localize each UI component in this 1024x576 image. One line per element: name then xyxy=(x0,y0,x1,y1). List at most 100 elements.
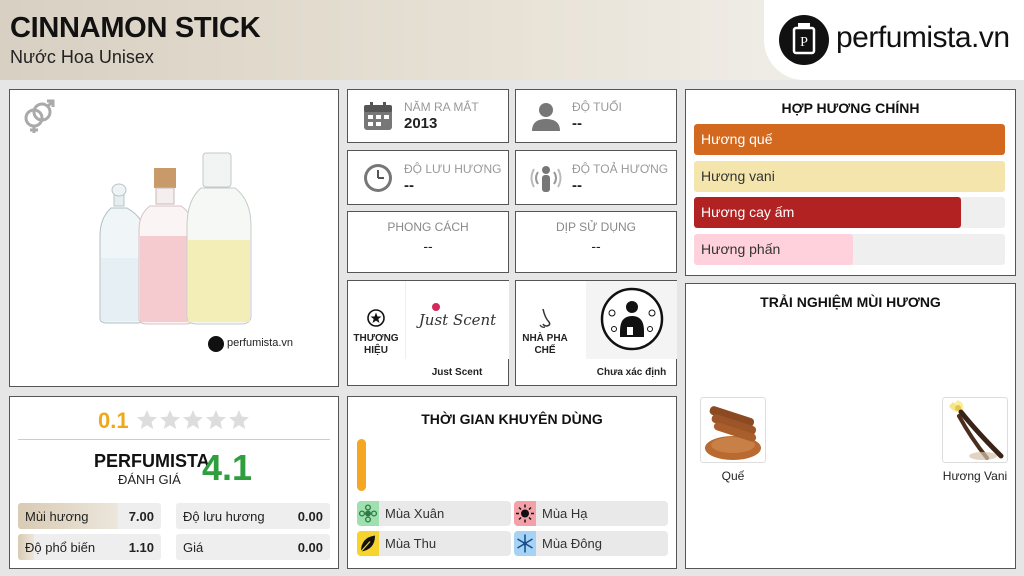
star-rating[interactable] xyxy=(136,409,251,431)
rating-bar: Mùi hương 7.00 xyxy=(18,503,161,529)
accord-bar[interactable]: Hương quế xyxy=(694,124,1005,155)
season-item[interactable]: Mùa Hạ xyxy=(514,501,668,526)
perfumer-card[interactable]: NHÀ PHA CHẾ Chưa xác định xyxy=(515,280,677,386)
season-item[interactable]: Mùa Thu xyxy=(357,531,511,556)
rating-bar-value: 7.00 xyxy=(128,509,154,524)
star-icon[interactable] xyxy=(205,409,227,431)
person-icon xyxy=(530,100,562,132)
cinnamon-icon xyxy=(700,397,766,463)
star-icon[interactable] xyxy=(136,409,158,431)
season-item[interactable]: Mùa Xuân xyxy=(357,501,511,526)
product-image-card: perfumista.vn xyxy=(9,89,339,387)
nose-icon xyxy=(536,308,554,330)
launch-year-card: NĂM RA MẮT 2013 xyxy=(347,89,509,143)
sillage-value: -- xyxy=(572,177,582,194)
rating-bar-label: Mùi hương xyxy=(25,509,89,524)
perfumer-name[interactable]: Chưa xác định xyxy=(586,367,677,378)
scent-experience-title: TRẢI NGHIỆM MÙI HƯƠNG xyxy=(760,294,941,310)
perfumer-avatar-icon xyxy=(600,287,664,351)
perfumer-avatar-box[interactable] xyxy=(586,281,677,359)
perfumista-label: PERFUMISTA xyxy=(94,451,210,471)
rating-bar-value: 0.00 xyxy=(297,509,323,524)
vanilla-icon xyxy=(942,397,1008,463)
recommended-time-title: THỜI GIAN KHUYÊN DÙNG xyxy=(421,411,603,427)
note-vanilla[interactable]: Hương Vani xyxy=(942,397,1008,487)
svg-text:P: P xyxy=(800,35,808,50)
sillage-label: ĐỘ TOẢ HƯƠNG xyxy=(572,162,669,176)
spring-flower-icon xyxy=(357,501,379,526)
style-label: PHONG CÁCH xyxy=(387,220,469,234)
star-icon[interactable] xyxy=(182,409,204,431)
rating-bar-label: Giá xyxy=(183,540,204,555)
rating-bar: Độ phổ biến 1.10 xyxy=(18,534,161,560)
rating-bar-label: Độ lưu hương xyxy=(183,509,265,524)
perfumista-score: 4.1 xyxy=(202,447,253,488)
perfume-subtitle: Nước Hoa Unisex xyxy=(10,47,154,67)
scent-experience-card: TRẢI NGHIỆM MÙI HƯƠNG Quế Hương Vani xyxy=(685,283,1016,569)
rating-bar: Độ lưu hương 0.00 xyxy=(176,503,330,529)
day-night-indicator xyxy=(357,439,366,491)
watermark-text: perfumista.vn xyxy=(227,337,294,349)
unisex-gender-icon xyxy=(20,98,56,134)
occasion-label: DỊP SỬ DỤNG xyxy=(555,220,637,234)
season-label: Mùa Xuân xyxy=(385,506,445,521)
star-icon[interactable] xyxy=(159,409,181,431)
longevity-card: ĐỘ LƯU HƯƠNG -- xyxy=(347,150,509,205)
accord-bar[interactable]: Hương phấn xyxy=(694,234,1005,265)
leaf-icon xyxy=(357,531,379,556)
launch-year-label: NĂM RA MẮT xyxy=(404,100,479,114)
day-night-track xyxy=(357,439,366,491)
launch-year-value: 2013 xyxy=(404,115,438,132)
brand-logo[interactable]: Just Scent xyxy=(405,281,509,359)
main-accords-card: HỢP HƯƠNG CHÍNH Hương quế Hương vani Hương… xyxy=(685,89,1016,276)
season-label: Mùa Hạ xyxy=(542,506,588,521)
sillage-icon xyxy=(530,162,562,194)
rating-bar-label: Độ phổ biến xyxy=(25,540,96,555)
rating-bar-value: 0.00 xyxy=(297,540,323,555)
style-value: -- xyxy=(423,238,433,254)
perfumista-logo-icon: P xyxy=(779,15,829,65)
occasion-card: DỊP SỬ DỤNG -- xyxy=(515,211,677,273)
season-item[interactable]: Mùa Đông xyxy=(514,531,668,556)
rating-bar: Giá 0.00 xyxy=(176,534,330,560)
recommended-time-card: THỜI GIAN KHUYÊN DÙNG Mùa Xuân Mùa Hạ Mùa … xyxy=(347,396,677,569)
brand-logo-text: Just Scent xyxy=(418,311,497,329)
star-icon[interactable] xyxy=(228,409,250,431)
occasion-value: -- xyxy=(591,238,601,254)
brand-label-line2: HIỆU xyxy=(364,345,388,356)
clock-icon xyxy=(362,162,394,194)
brand-label-line1: THƯƠNG xyxy=(353,333,399,344)
rating-bar-value: 1.10 xyxy=(128,540,154,555)
age-card: ĐỘ TUỔI -- xyxy=(515,89,677,143)
season-label: Mùa Thu xyxy=(385,536,437,551)
brand-logo-flower-icon xyxy=(432,303,440,311)
brand-name[interactable]: Just Scent xyxy=(405,367,509,378)
note-vanilla-label: Hương Vani xyxy=(942,469,1008,483)
season-label: Mùa Đông xyxy=(542,536,602,551)
accord-label: Hương phấn xyxy=(701,241,781,257)
age-label: ĐỘ TUỔI xyxy=(572,100,622,114)
watermark-logo-icon xyxy=(208,336,224,352)
accord-bar[interactable]: Hương cay ấm xyxy=(694,197,1005,228)
longevity-label: ĐỘ LƯU HƯƠNG xyxy=(404,162,502,176)
perfumer-label-line2: CHẾ xyxy=(534,345,556,356)
logo-text[interactable]: perfumista.vn xyxy=(836,21,1010,55)
note-cinnamon[interactable]: Quế xyxy=(700,397,766,487)
perfumer-label-line1: NHÀ PHA xyxy=(522,333,568,344)
perfume-bottles-image xyxy=(95,148,260,326)
user-score: 0.1 xyxy=(98,408,129,433)
brand-card[interactable]: THƯƠNG HIỆU Just Scent Just Scent xyxy=(347,280,509,386)
note-cinnamon-label: Quế xyxy=(721,469,745,483)
rated-label: ĐÁNH GIÁ xyxy=(118,472,181,487)
style-card: PHONG CÁCH -- xyxy=(347,211,509,273)
accord-label: Hương vani xyxy=(701,168,775,184)
sun-icon xyxy=(514,501,536,526)
accord-bar[interactable]: Hương vani xyxy=(694,161,1005,192)
rating-card: 0.1 PERFUMISTA ĐÁNH GIÁ 4.1 Mùi hương 7.0… xyxy=(9,396,339,569)
star-badge-icon xyxy=(367,309,385,327)
longevity-value: -- xyxy=(404,177,414,194)
age-value: -- xyxy=(572,115,582,132)
main-accords-title: HỢP HƯƠNG CHÍNH xyxy=(781,100,920,116)
rating-divider xyxy=(18,439,330,440)
perfume-title: CINNAMON STICK xyxy=(10,12,261,44)
